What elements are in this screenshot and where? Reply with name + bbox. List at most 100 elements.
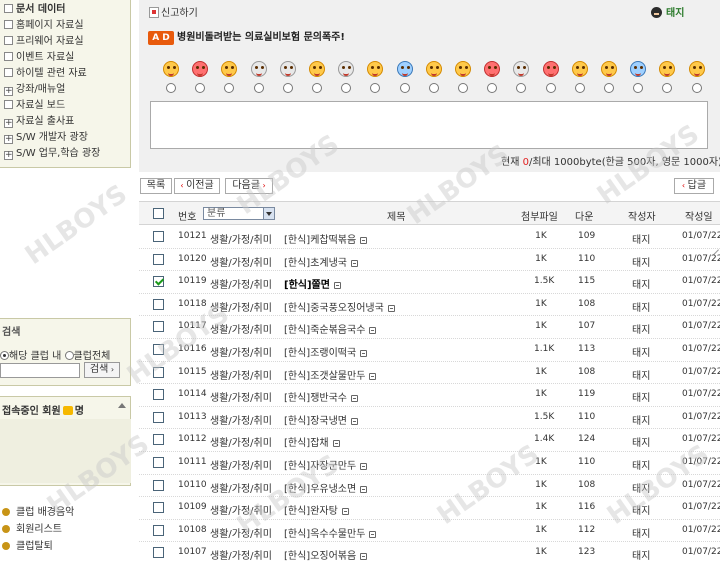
link-bgm[interactable]: 클럽 배경음악 — [2, 506, 74, 520]
emoticon-radio[interactable] — [166, 83, 176, 93]
row-checkbox[interactable] — [153, 366, 164, 378]
cell-writer[interactable]: 태지 — [632, 367, 650, 382]
emoticon-radio[interactable] — [691, 83, 702, 93]
post-title-link[interactable]: [한식]잡채 — [284, 438, 329, 449]
emoticon-radio[interactable] — [487, 83, 498, 93]
emoticon-radio[interactable] — [633, 83, 644, 93]
cell-writer[interactable]: 태지 — [632, 480, 650, 495]
cell-title[interactable]: [한식]쫄면 — [284, 276, 341, 291]
link-member-list[interactable]: 회원리스트 — [2, 523, 62, 537]
cell-writer[interactable]: 태지 — [632, 254, 650, 269]
table-row[interactable]: 10116 생활/가정/취미 [한식]조랭이떡국 1.1K 113 태지 01/07/22 — [139, 339, 720, 362]
collapse-icon[interactable] — [118, 403, 126, 408]
reply-button[interactable]: ‹ 답글 — [674, 178, 714, 194]
cell-title[interactable]: [한식]조랭이떡국 — [284, 344, 368, 359]
cell-title[interactable]: [한식]장국냉면 — [284, 412, 359, 427]
prev-button[interactable]: ‹ 이전글 — [174, 178, 220, 194]
sidebar-item-docs[interactable]: 문서 데이터 — [4, 3, 65, 17]
row-checkbox[interactable] — [153, 502, 164, 514]
cell-title[interactable]: [한식]쟁반국수 — [284, 389, 359, 404]
emoticon-radio[interactable] — [341, 83, 352, 93]
emoticon-radio[interactable] — [574, 83, 585, 93]
table-row[interactable]: 10112 생활/가정/취미 [한식]잡채 1.4K 124 태지 01/07/22 — [139, 429, 720, 452]
cell-title[interactable]: [한식]옥수수물만두 — [284, 525, 377, 540]
emoticon-icon[interactable] — [279, 61, 296, 77]
ad-banner[interactable]: A D 병원비돌려받는 의료실비보험 문의폭주! — [148, 28, 345, 45]
row-checkbox[interactable] — [153, 434, 164, 446]
table-row[interactable]: 10115 생활/가정/취미 [한식]조갯살물만두 1K 108 태지 01/07/22 — [139, 362, 720, 385]
sidebar-item-manual[interactable]: + 강좌/매뉴얼 — [4, 83, 65, 97]
post-title-link[interactable]: [한식]조갯살물만두 — [284, 371, 365, 382]
cell-writer[interactable]: 태지 — [632, 502, 650, 517]
emoticon-icon[interactable] — [688, 61, 705, 77]
cell-writer[interactable]: 태지 — [632, 231, 650, 246]
radio-all[interactable] — [64, 351, 74, 360]
emoticon-icon[interactable] — [309, 61, 325, 77]
post-title-link[interactable]: [한식]우유냉소면 — [284, 484, 356, 495]
post-title-link[interactable]: [한식]완자탕 — [284, 506, 338, 517]
cell-writer[interactable]: 태지 — [632, 344, 650, 359]
comment-textarea[interactable] — [150, 101, 708, 149]
emoticon-icon[interactable] — [484, 61, 501, 77]
emoticon-icon[interactable] — [571, 61, 588, 77]
table-row[interactable]: 10114 생활/가정/취미 [한식]쟁반국수 1K 119 태지 01/07/22 — [139, 384, 720, 407]
emoticon-icon[interactable] — [455, 61, 471, 77]
row-checkbox[interactable] — [153, 231, 164, 242]
row-checkbox[interactable] — [153, 411, 164, 423]
emoticon-icon[interactable] — [367, 61, 384, 77]
emoticon-radio[interactable] — [458, 83, 468, 93]
post-title-link[interactable]: [한식]옥수수물만두 — [284, 529, 365, 540]
post-title-link[interactable]: [한식]케찹떡볶음 — [284, 235, 356, 246]
emoticon-icon[interactable] — [192, 61, 209, 77]
emoticon-radio[interactable] — [370, 83, 381, 93]
emoticon-radio[interactable] — [224, 83, 235, 93]
cell-writer[interactable]: 태지 — [632, 412, 650, 427]
sidebar-item-developer[interactable]: + S/W 개발자 광장 — [4, 131, 88, 145]
cell-title[interactable]: [한식]잡채 — [284, 434, 340, 449]
emoticon-icon[interactable] — [659, 61, 676, 77]
post-title-link[interactable]: [한식]장국냉면 — [284, 416, 347, 427]
select-all-checkbox[interactable] — [153, 208, 164, 219]
sidebar-item-freeware[interactable]: 프리웨어 자료실 — [4, 35, 84, 49]
row-checkbox[interactable] — [153, 344, 164, 355]
row-checkbox[interactable] — [153, 457, 164, 468]
cell-writer[interactable]: 태지 — [632, 299, 650, 314]
row-checkbox[interactable] — [153, 479, 164, 491]
emoticon-icon[interactable] — [338, 61, 355, 77]
table-row[interactable]: 10109 생활/가정/취미 [한식]완자탕 1K 116 태지 01/07/22 — [139, 497, 720, 520]
emoticon-radio[interactable] — [428, 83, 439, 93]
cell-title[interactable]: [한식]중국풍오징어냉국 — [284, 299, 395, 314]
table-row[interactable]: 10113 생활/가정/취미 [한식]장국냉면 1.5K 110 태지 01/07/22 — [139, 407, 720, 430]
cell-writer[interactable]: 태지 — [632, 389, 650, 404]
row-checkbox[interactable] — [153, 276, 164, 288]
cell-title[interactable]: [한식]초계냉국 — [284, 254, 359, 269]
emoticon-radio[interactable] — [604, 83, 614, 93]
search-button[interactable]: 검색 › — [84, 362, 120, 378]
post-title-link[interactable]: [한식]오징어볶음 — [284, 551, 356, 562]
table-row[interactable]: 10117 생활/가정/취미 [한식]죽순볶음국수 1K 107 태지 01/07/22 — [139, 316, 720, 339]
emoticon-radio[interactable] — [545, 83, 556, 93]
post-title-link[interactable]: [한식]초계냉국 — [284, 258, 347, 269]
table-row[interactable]: 10119 생활/가정/취미 [한식]쫄면 1.5K 115 태지 01/07/22 — [139, 271, 720, 294]
row-checkbox[interactable] — [153, 524, 164, 536]
post-title-link[interactable]: [한식]자장군만두 — [284, 461, 356, 472]
emoticon-icon[interactable] — [250, 61, 267, 77]
emoticon-icon[interactable] — [601, 61, 617, 77]
report-link[interactable]: 신고하기 — [149, 4, 198, 19]
emoticon-icon[interactable] — [425, 61, 442, 77]
sidebar-item-chulsapyo[interactable]: + 자료실 출사표 — [4, 115, 74, 129]
search-input[interactable] — [0, 363, 80, 378]
link-leave-club[interactable]: 클럽탈퇴 — [2, 540, 53, 554]
emoticon-icon[interactable] — [542, 61, 559, 77]
list-button[interactable]: 목록 — [140, 178, 172, 194]
row-checkbox[interactable] — [153, 298, 164, 310]
sidebar-item-work-study[interactable]: + S/W 업무,학습 광장 — [4, 147, 100, 161]
cell-writer[interactable]: 태지 — [632, 434, 650, 449]
post-title-link[interactable]: [한식]죽순볶음국수 — [284, 325, 365, 336]
sidebar-item-homepage[interactable]: 홈페이지 자료실 — [4, 19, 84, 33]
post-title-link[interactable]: [한식]쫄면 — [284, 280, 330, 291]
radio-club[interactable] — [0, 351, 9, 360]
sidebar-item-event[interactable]: 이벤트 자료실 — [4, 51, 74, 65]
cell-writer[interactable]: 태지 — [632, 276, 650, 291]
row-checkbox[interactable] — [153, 321, 164, 333]
